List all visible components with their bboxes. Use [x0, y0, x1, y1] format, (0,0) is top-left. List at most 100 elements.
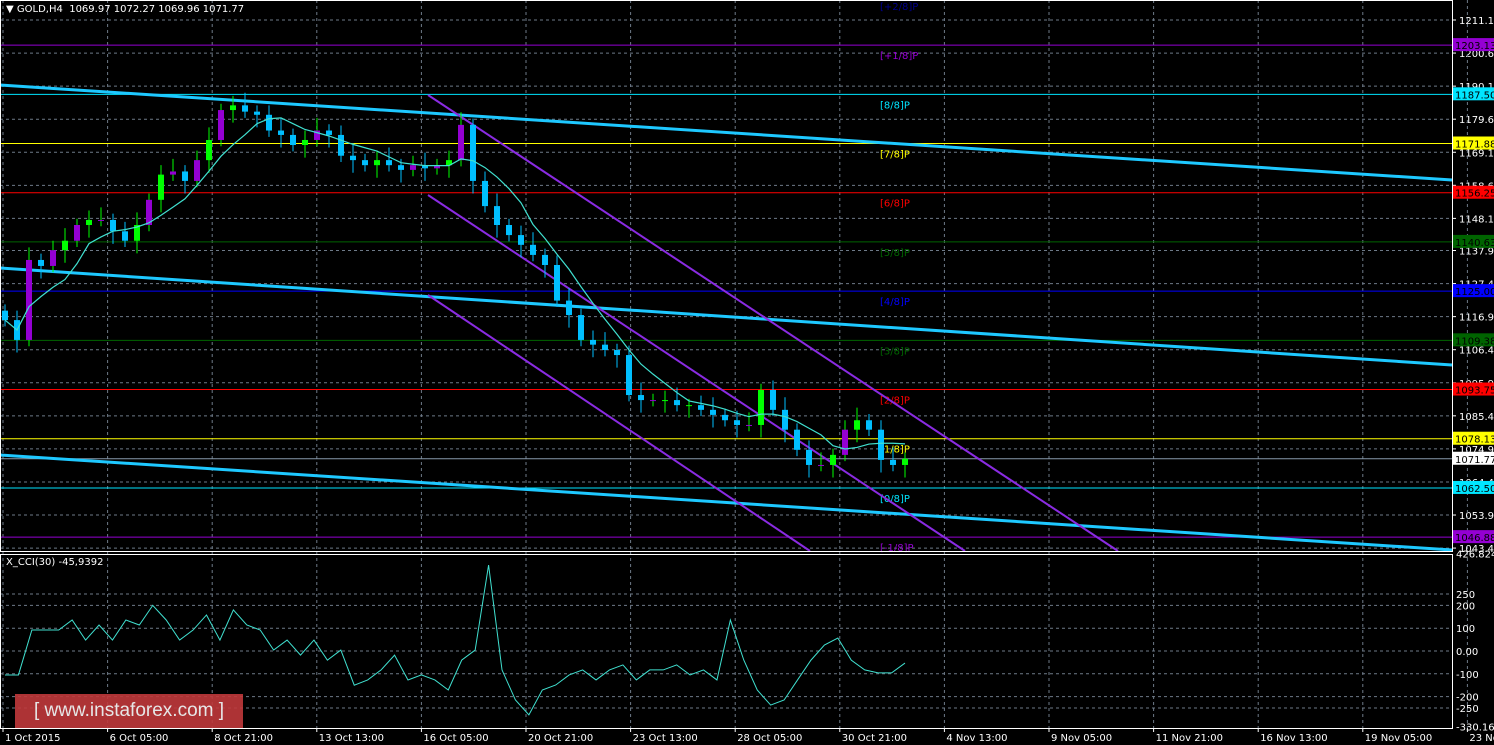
- price-label-value: 1140.63: [1455, 238, 1494, 249]
- price-label-value: 1187.50: [1455, 90, 1494, 101]
- price-label-value: 1125.00: [1455, 287, 1494, 298]
- murrey-level-label: [+2/8]P: [880, 2, 918, 13]
- candle-body: [614, 350, 620, 356]
- candle-body: [794, 429, 800, 450]
- time-tick-label: 6 Oct 05:00: [110, 733, 169, 744]
- murrey-level-label: [-1/8]P: [880, 543, 914, 554]
- candle-body: [182, 171, 188, 181]
- current-price-value: 1071.77: [1455, 455, 1494, 466]
- candle-body: [470, 124, 476, 181]
- candle-body: [326, 130, 332, 135]
- murrey-level-label: [3/8]P: [880, 346, 910, 357]
- time-tick-label: 20 Oct 21:00: [528, 733, 593, 744]
- price-label-value: 1062.50: [1455, 484, 1494, 495]
- candle-body: [242, 105, 248, 112]
- candle-body: [494, 206, 500, 225]
- candle-body: [38, 259, 44, 266]
- candle-body: [170, 171, 176, 175]
- price-tick-label: 1116.90: [1459, 313, 1494, 324]
- candle-body: [290, 134, 296, 146]
- time-tick-label: 30 Oct 21:00: [842, 733, 907, 744]
- candle-body: [302, 139, 308, 146]
- murrey-level-label: [5/8]P: [880, 248, 910, 259]
- candle-body: [62, 240, 68, 251]
- candle-body: [626, 355, 632, 396]
- candle-body: [254, 111, 260, 115]
- trend-line: [0, 83, 1453, 182]
- price-tick-label: 1053.90: [1459, 511, 1494, 522]
- candle-body: [602, 344, 608, 351]
- candle-body: [878, 429, 884, 460]
- candle-body: [122, 231, 128, 241]
- candle-body: [758, 390, 764, 425]
- candle-body: [482, 180, 488, 207]
- candle-body: [410, 165, 416, 170]
- time-tick-label: 19 Nov 05:00: [1365, 733, 1432, 744]
- candle-body: [266, 114, 272, 131]
- time-tick-label: 16 Oct 05:00: [423, 733, 488, 744]
- candle-body: [890, 459, 896, 465]
- candle-body: [506, 224, 512, 236]
- candle-body: [902, 458, 908, 465]
- collapse-triangle-icon[interactable]: ▼: [6, 4, 14, 15]
- candle-body: [782, 409, 788, 430]
- candle-body: [590, 339, 596, 345]
- candle-body: [734, 420, 740, 425]
- candle-body: [218, 110, 224, 140]
- trend-line: [0, 453, 1453, 552]
- cci-line: [5, 564, 906, 716]
- chart-canvas[interactable]: 1211.101200.601190.101179.601169.101158.…: [0, 0, 1494, 745]
- cci-tick-label: 426.8245: [1456, 550, 1494, 561]
- candle-body: [578, 315, 584, 340]
- cci-tick-label: 100: [1456, 624, 1475, 635]
- candle-body: [650, 400, 656, 402]
- candle-body: [674, 400, 680, 406]
- cci-tick-label: -200: [1456, 693, 1479, 704]
- candle-body: [710, 409, 716, 415]
- candle-body: [842, 429, 848, 455]
- candle-body: [158, 174, 164, 200]
- price-label-value: 1046.88: [1455, 533, 1494, 544]
- time-tick-label: 11 Nov 21:00: [1156, 733, 1223, 744]
- price-tick-label: 1148.10: [1459, 214, 1494, 225]
- candle-body: [206, 139, 212, 161]
- candle-body: [530, 244, 536, 255]
- candle-body: [74, 224, 80, 241]
- candle-body: [554, 264, 560, 301]
- murrey-level-label: [4/8]P: [880, 297, 910, 308]
- murrey-level-label: [7/8]P: [880, 150, 910, 161]
- time-tick-label: 4 Nov 13:00: [946, 733, 1007, 744]
- candle-body: [566, 300, 572, 316]
- time-tick-label: 8 Oct 21:00: [214, 733, 273, 744]
- price-label-value: 1156.25: [1455, 189, 1494, 200]
- candle-body: [278, 130, 284, 135]
- murrey-level-label: [+1/8]P: [880, 51, 918, 62]
- cci-label: X_CCI(30) -45,9392: [6, 557, 104, 568]
- time-tick-label: 28 Oct 05:00: [737, 733, 802, 744]
- cci-tick-label: -250: [1456, 704, 1479, 715]
- candle-body: [230, 105, 236, 111]
- chart-header: ▼ GOLD,H4 1069.97 1072.27 1069.96 1071.7…: [6, 4, 244, 15]
- candle-body: [518, 235, 524, 245]
- price-label-value: 1093.75: [1455, 386, 1494, 397]
- candle-body: [686, 405, 692, 407]
- price-tick-label: 1211.10: [1459, 16, 1494, 27]
- candle-body: [818, 464, 824, 466]
- candle-body: [542, 254, 548, 265]
- candle-body: [2, 310, 8, 321]
- candle-body: [830, 454, 836, 465]
- candle-body: [50, 250, 56, 266]
- time-tick-label: 13 Oct 13:00: [319, 733, 384, 744]
- candle-body: [458, 124, 464, 161]
- candle-body: [26, 259, 32, 340]
- candle-body: [194, 160, 200, 181]
- watermark-logo: [ www.instaforex.com ]: [15, 694, 243, 728]
- murrey-level-label: [0/8]P: [880, 494, 910, 505]
- candle-body: [866, 420, 872, 430]
- time-tick-label: 16 Nov 13:00: [1260, 733, 1327, 744]
- price-label-value: 1171.88: [1455, 140, 1494, 151]
- cci-tick-label: 0.00: [1456, 647, 1478, 658]
- candle-body: [386, 160, 392, 166]
- candle-body: [362, 160, 368, 166]
- candle-body: [746, 424, 752, 426]
